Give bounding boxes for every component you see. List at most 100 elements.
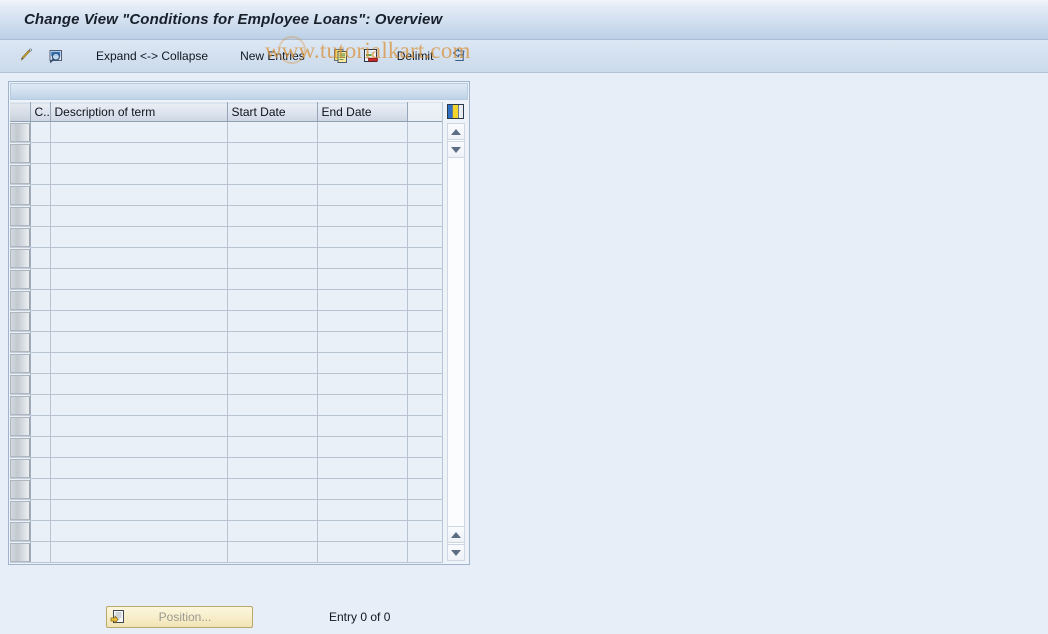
cell-start[interactable] — [227, 289, 318, 311]
column-header-end-date[interactable]: End Date — [317, 102, 408, 122]
cell-start[interactable] — [227, 541, 318, 563]
row-select-cell[interactable] — [10, 310, 31, 332]
cell-end[interactable] — [317, 331, 408, 353]
row-select-cell[interactable] — [10, 352, 31, 374]
cell-start[interactable] — [227, 142, 318, 164]
cell-cond[interactable] — [30, 457, 51, 479]
row-select-cell[interactable] — [10, 499, 31, 521]
row-select-cell[interactable] — [10, 394, 31, 416]
table-row[interactable] — [10, 247, 442, 269]
cell-start[interactable] — [227, 499, 318, 521]
cell-end[interactable] — [317, 310, 408, 332]
cell-desc[interactable] — [50, 499, 228, 521]
cell-cond[interactable] — [30, 352, 51, 374]
row-select-button[interactable] — [10, 459, 29, 478]
cell-cond[interactable] — [30, 478, 51, 500]
row-select-button[interactable] — [10, 417, 29, 436]
row-select-cell[interactable] — [10, 436, 31, 458]
row-select-cell[interactable] — [10, 415, 31, 437]
cell-start[interactable] — [227, 163, 318, 185]
row-select-button[interactable] — [10, 396, 29, 415]
row-select-cell[interactable] — [10, 226, 31, 248]
table-row[interactable] — [10, 121, 442, 143]
table-row[interactable] — [10, 394, 442, 416]
cell-desc[interactable] — [50, 541, 228, 563]
column-header-start-date[interactable]: Start Date — [227, 102, 318, 122]
cell-desc[interactable] — [50, 352, 228, 374]
row-select-button[interactable] — [10, 207, 29, 226]
cell-start[interactable] — [227, 121, 318, 143]
row-select-button[interactable] — [10, 480, 29, 499]
table-row[interactable] — [10, 541, 442, 563]
cell-end[interactable] — [317, 121, 408, 143]
cell-cond[interactable] — [30, 394, 51, 416]
cell-start[interactable] — [227, 457, 318, 479]
cell-start[interactable] — [227, 310, 318, 332]
table-row[interactable] — [10, 373, 442, 395]
column-config-icon[interactable] — [447, 104, 464, 119]
row-select-button[interactable] — [10, 543, 29, 562]
cell-desc[interactable] — [50, 373, 228, 395]
row-select-button[interactable] — [10, 123, 29, 142]
row-select-cell[interactable] — [10, 268, 31, 290]
table-row[interactable] — [10, 331, 442, 353]
scroll-down-button[interactable] — [447, 141, 465, 158]
table-row[interactable] — [10, 478, 442, 500]
cell-start[interactable] — [227, 331, 318, 353]
cell-cond[interactable] — [30, 142, 51, 164]
row-select-cell[interactable] — [10, 205, 31, 227]
cell-start[interactable] — [227, 205, 318, 227]
column-header-description[interactable]: Description of term — [50, 102, 228, 122]
scroll-page-down-button[interactable] — [447, 544, 465, 561]
row-select-button[interactable] — [10, 144, 29, 163]
delimit-button[interactable]: Delimit — [387, 43, 444, 69]
cell-cond[interactable] — [30, 436, 51, 458]
cell-desc[interactable] — [50, 205, 228, 227]
cell-desc[interactable] — [50, 415, 228, 437]
cell-cond[interactable] — [30, 247, 51, 269]
cell-end[interactable] — [317, 268, 408, 290]
cell-desc[interactable] — [50, 247, 228, 269]
cell-end[interactable] — [317, 373, 408, 395]
undo-button[interactable] — [445, 43, 473, 69]
row-select-button[interactable] — [10, 354, 29, 373]
row-select-button[interactable] — [10, 291, 29, 310]
row-select-button[interactable] — [10, 228, 29, 247]
vertical-scrollbar[interactable] — [447, 123, 465, 561]
cell-end[interactable] — [317, 478, 408, 500]
row-select-cell[interactable] — [10, 163, 31, 185]
row-select-cell[interactable] — [10, 520, 31, 542]
cell-cond[interactable] — [30, 268, 51, 290]
cell-end[interactable] — [317, 289, 408, 311]
row-select-button[interactable] — [10, 249, 29, 268]
row-select-cell[interactable] — [10, 142, 31, 164]
table-row[interactable] — [10, 289, 442, 311]
table-row[interactable] — [10, 415, 442, 437]
row-select-cell[interactable] — [10, 457, 31, 479]
cell-desc[interactable] — [50, 478, 228, 500]
cell-desc[interactable] — [50, 394, 228, 416]
cell-end[interactable] — [317, 142, 408, 164]
cell-start[interactable] — [227, 478, 318, 500]
table-row[interactable] — [10, 268, 442, 290]
cell-start[interactable] — [227, 373, 318, 395]
cell-end[interactable] — [317, 394, 408, 416]
table-row[interactable] — [10, 163, 442, 185]
table-row[interactable] — [10, 520, 442, 542]
row-select-cell[interactable] — [10, 247, 31, 269]
cell-start[interactable] — [227, 226, 318, 248]
row-select-cell[interactable] — [10, 121, 31, 143]
row-select-button[interactable] — [10, 375, 29, 394]
cell-cond[interactable] — [30, 121, 51, 143]
cell-desc[interactable] — [50, 310, 228, 332]
column-header-condition[interactable]: C.. — [30, 102, 51, 122]
cell-start[interactable] — [227, 394, 318, 416]
cell-desc[interactable] — [50, 142, 228, 164]
cell-end[interactable] — [317, 352, 408, 374]
table-row[interactable] — [10, 352, 442, 374]
cell-desc[interactable] — [50, 520, 228, 542]
table-row[interactable] — [10, 142, 442, 164]
cell-desc[interactable] — [50, 331, 228, 353]
row-select-button[interactable] — [10, 186, 29, 205]
cell-cond[interactable] — [30, 226, 51, 248]
